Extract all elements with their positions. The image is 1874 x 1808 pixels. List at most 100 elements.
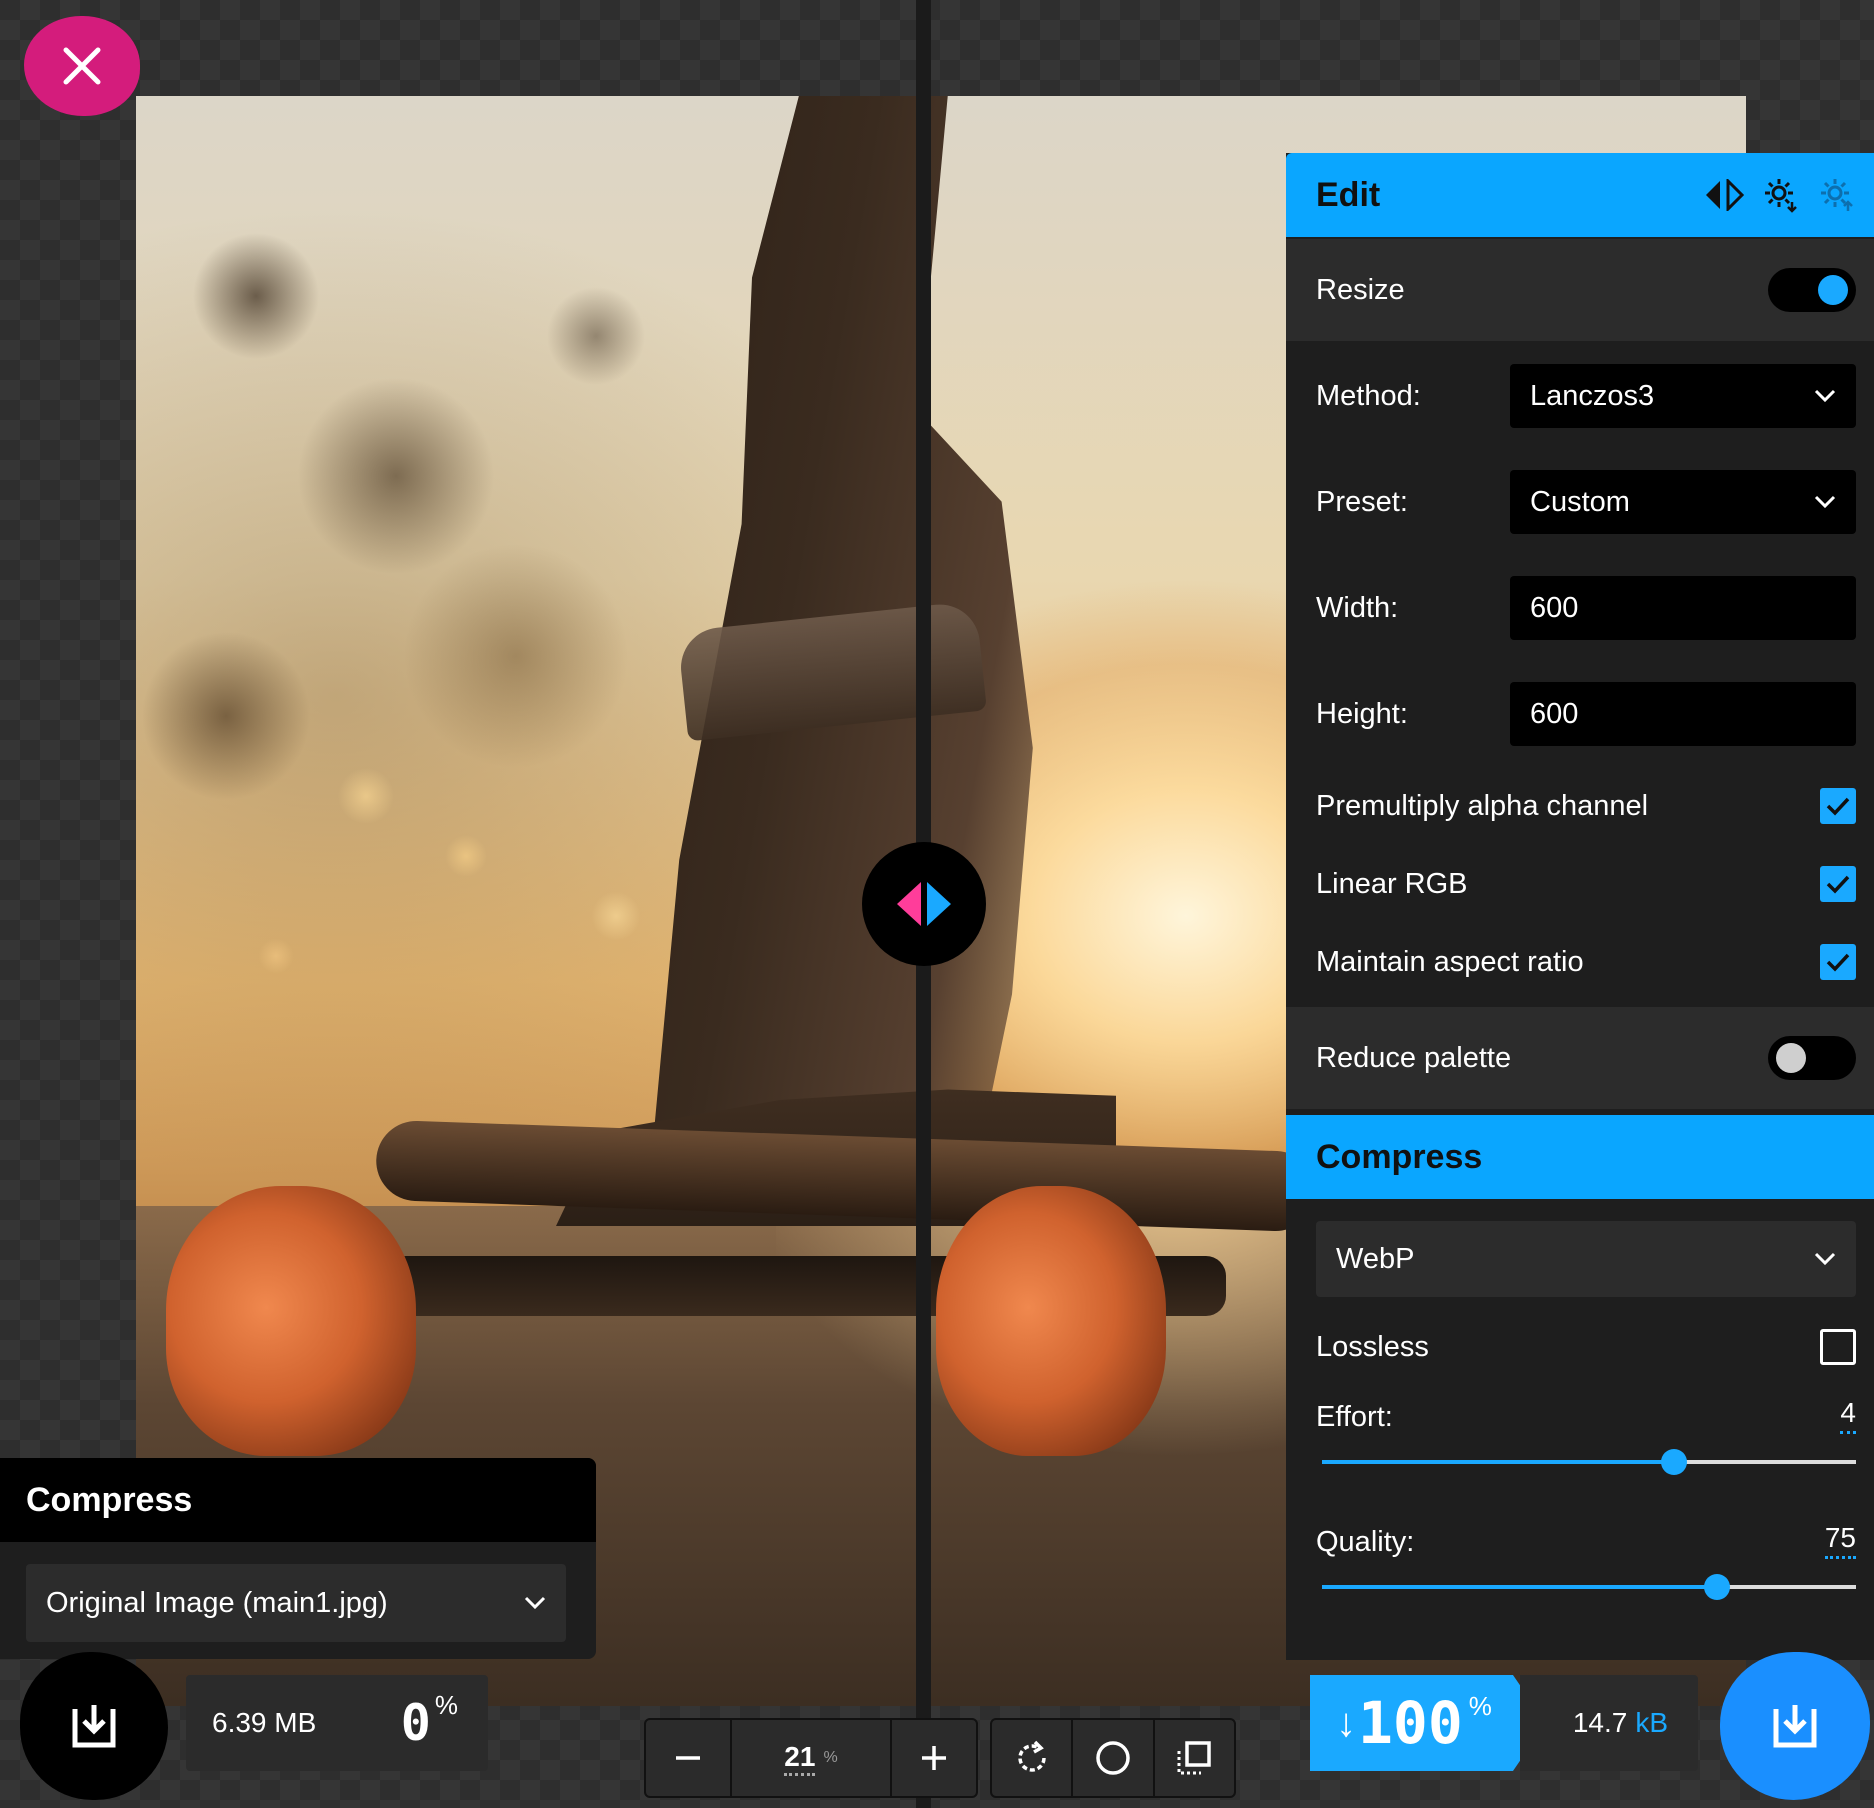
quality-slider-thumb[interactable] [1704,1574,1731,1600]
rotate-button[interactable] [992,1720,1074,1796]
zoom-percent-symbol: % [823,1749,838,1766]
format-select[interactable]: WebP [1316,1221,1856,1297]
quality-slider-block: Quality: 75 [1286,1522,1874,1600]
premultiply-label: Premultiply alpha channel [1316,789,1649,822]
width-row: Width: 600 [1286,555,1874,661]
effort-slider[interactable] [1322,1449,1856,1475]
lossless-row: Lossless [1286,1297,1874,1397]
checkmark-icon [1826,953,1850,972]
aspect-ratio-row: Maintain aspect ratio [1286,923,1874,1001]
height-input[interactable]: 600 [1510,682,1856,746]
download-compressed-button[interactable] [1720,1652,1870,1800]
settings-export-icon[interactable] [1818,176,1856,214]
down-arrow-icon: ↓ [1336,1700,1356,1745]
method-label: Method: [1316,379,1421,412]
height-label: Height: [1316,697,1408,730]
width-value: 600 [1530,591,1579,624]
compress-header-left: Compress [0,1458,596,1542]
original-percent: 0 [400,1694,431,1752]
linear-rgb-checkbox[interactable] [1820,866,1856,902]
effort-slider-thumb[interactable] [1661,1449,1688,1475]
zoom-value[interactable]: 21 % [730,1720,892,1796]
effort-slider-block: Effort: 4 [1286,1397,1874,1475]
height-row: Height: 600 [1286,661,1874,767]
reduce-palette-toggle[interactable] [1768,1036,1856,1080]
lossless-checkbox[interactable] [1820,1329,1856,1365]
chevron-down-icon [524,1596,546,1610]
aspect-ratio-checkbox[interactable] [1820,944,1856,980]
lossless-label: Lossless [1316,1330,1429,1363]
original-stats: 6.39 MB 0 % [186,1675,488,1771]
options-panel-right: Edit Resize Method: Lanczos3 Preset: Cus… [1286,153,1874,1660]
compare-arrows-icon[interactable] [1704,179,1744,211]
preset-select[interactable]: Custom [1510,470,1856,534]
compressed-stats: 14.7 kB [1520,1675,1698,1771]
chevron-down-icon [1814,389,1836,403]
left-arrow-icon [897,882,921,926]
download-original-button[interactable] [20,1652,168,1800]
close-icon [63,47,101,85]
source-select[interactable]: Original Image (main1.jpg) [26,1564,566,1642]
method-select[interactable]: Lanczos3 [1510,364,1856,428]
circle-background-icon [1096,1741,1130,1775]
savings-percent-symbol: % [1468,1691,1492,1721]
preset-label: Preset: [1316,485,1408,518]
original-percent-symbol: % [434,1690,458,1720]
view-toolbar [990,1718,1236,1798]
checkmark-icon [1826,875,1850,894]
options-panel-left: Compress Original Image (main1.jpg) [0,1458,596,1659]
chevron-down-icon [1814,495,1836,509]
zoom-toolbar: 21 % [644,1718,978,1798]
reduce-palette-row: Reduce palette [1286,1007,1874,1109]
resize-label: Resize [1316,273,1405,306]
compressed-size-unit: kB [1635,1707,1668,1738]
edit-title: Edit [1316,175,1381,214]
checkmark-icon [1826,797,1850,816]
method-row: Method: Lanczos3 [1286,343,1874,449]
zoom-out-button[interactable] [646,1720,730,1796]
background-toggle-button[interactable] [1073,1720,1155,1796]
zoom-number: 21 [784,1741,816,1776]
chevron-down-icon [1814,1252,1836,1266]
split-handle[interactable] [862,842,986,966]
aspect-ratio-label: Maintain aspect ratio [1316,945,1584,978]
quality-value[interactable]: 75 [1824,1522,1856,1559]
quality-slider[interactable] [1322,1574,1856,1600]
preset-row: Preset: Custom [1286,449,1874,555]
source-value: Original Image (main1.jpg) [46,1586,388,1619]
download-icon [72,1705,116,1748]
close-button[interactable] [24,16,140,116]
effort-label: Effort: [1316,1401,1393,1433]
right-arrow-icon [927,882,951,926]
compressed-size: 14.7 [1572,1707,1628,1738]
height-value: 600 [1530,697,1579,730]
effort-value[interactable]: 4 [1840,1397,1856,1434]
plus-icon [922,1746,946,1770]
compress-title-left: Compress [26,1480,193,1519]
premultiply-row: Premultiply alpha channel [1286,767,1874,845]
minus-icon [676,1756,700,1760]
format-value: WebP [1336,1242,1415,1275]
width-label: Width: [1316,591,1399,624]
preset-value: Custom [1530,485,1630,518]
linear-rgb-row: Linear RGB [1286,845,1874,923]
method-value: Lanczos3 [1530,379,1655,412]
original-size: 6.39 MB [212,1707,317,1738]
compress-title: Compress [1316,1137,1483,1176]
reduce-palette-label: Reduce palette [1316,1041,1512,1074]
fit-screen-icon [1177,1741,1212,1775]
premultiply-checkbox[interactable] [1820,788,1856,824]
fit-screen-button[interactable] [1155,1720,1234,1796]
settings-import-icon[interactable] [1762,176,1800,214]
savings-badge: ↓ 100 % [1310,1675,1546,1771]
resize-row: Resize [1286,239,1874,341]
download-icon [1773,1705,1817,1748]
compress-header: Compress [1286,1115,1874,1199]
linear-rgb-label: Linear RGB [1316,867,1468,900]
quality-label: Quality: [1316,1526,1415,1558]
zoom-in-button[interactable] [892,1720,976,1796]
resize-toggle[interactable] [1768,268,1856,312]
savings-percent: 100 [1358,1689,1463,1757]
edit-header: Edit [1286,153,1874,237]
width-input[interactable]: 600 [1510,576,1856,640]
